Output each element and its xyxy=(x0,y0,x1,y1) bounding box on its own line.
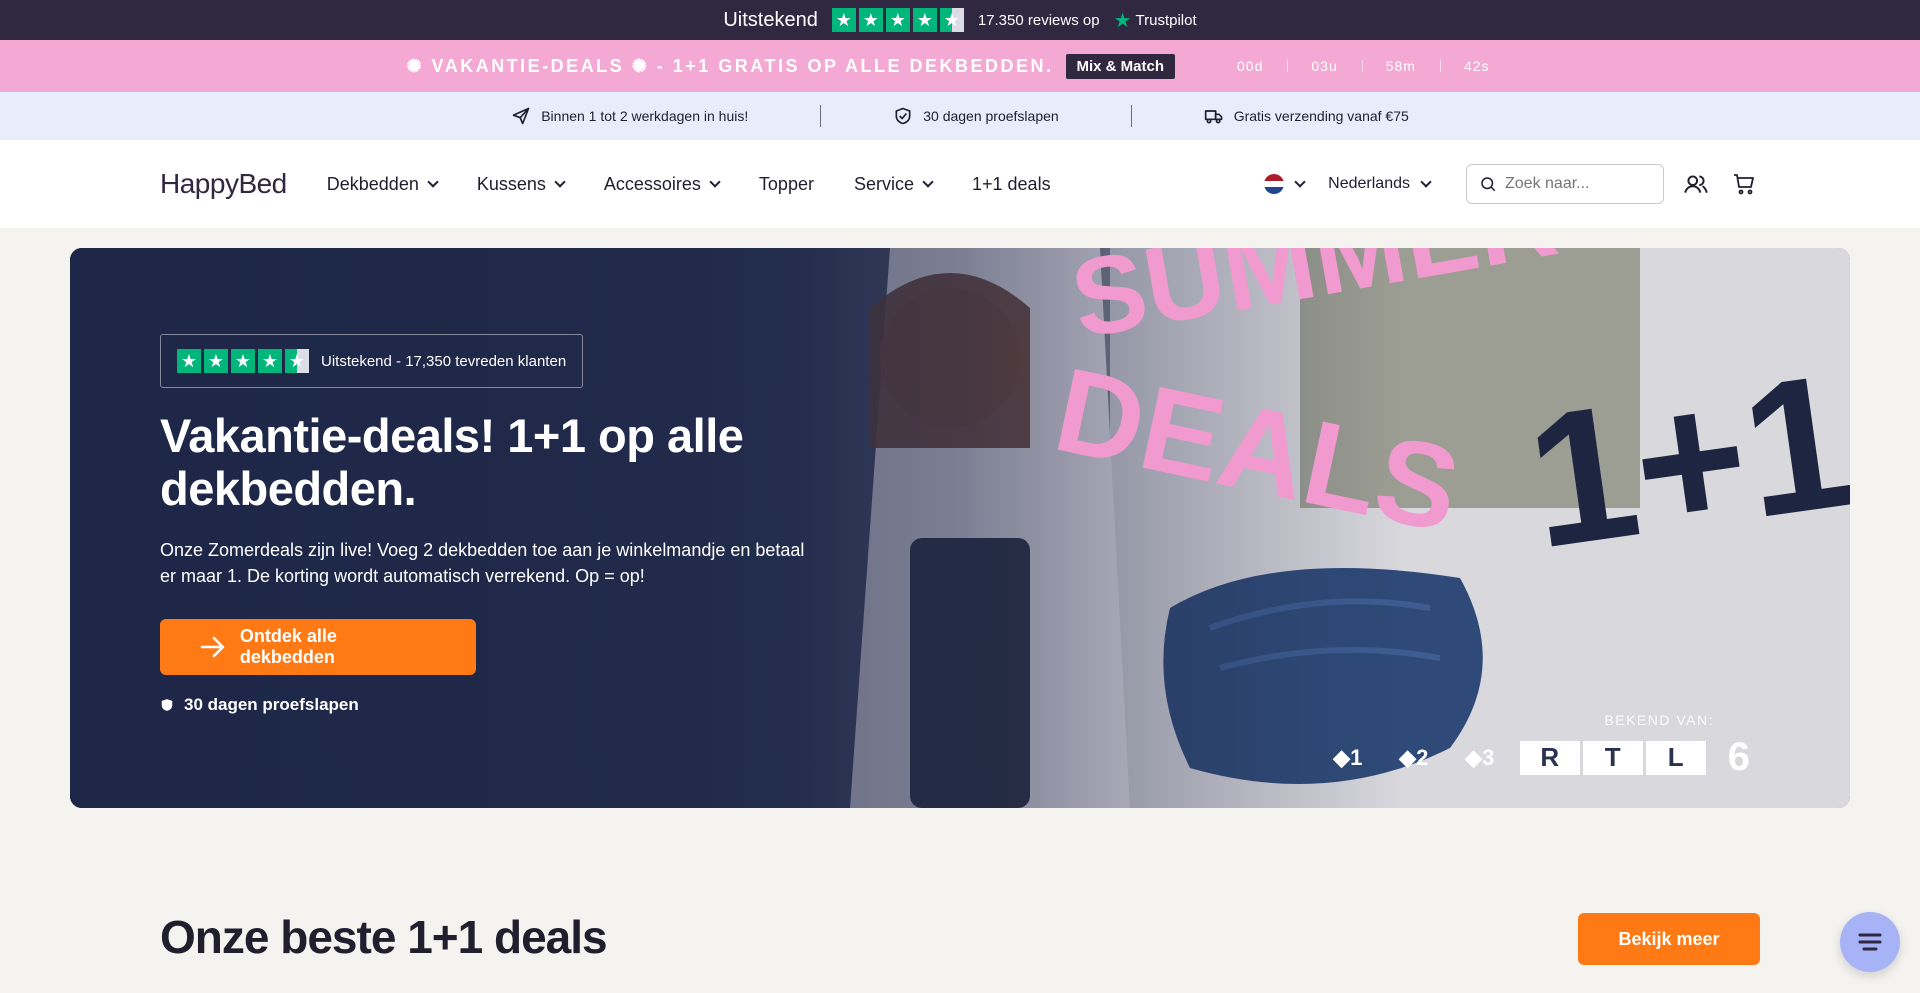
chevron-down-icon xyxy=(1294,175,1306,188)
discover-duvets-button[interactable]: Ontdek alle dekbedden xyxy=(160,619,476,676)
rtl6-logo: 6 xyxy=(1727,735,1750,779)
shield-check-icon xyxy=(895,107,911,125)
hero-content: ★ ★ ★ ★ ★ Uitstekend - 17,350 tevreden k… xyxy=(160,334,840,715)
trustpilot-logo[interactable]: ★ Trustpilot xyxy=(1114,8,1197,33)
trustpilot-name: Trustpilot xyxy=(1135,11,1197,29)
chevron-down-icon xyxy=(1420,175,1432,188)
chevron-down-icon xyxy=(922,175,934,188)
country-selector[interactable] xyxy=(1264,174,1306,194)
trustpilot-bar: Uitstekend ★ ★ ★ ★ ★ 17.350 reviews op ★… xyxy=(0,0,1920,40)
nav-service[interactable]: Service xyxy=(853,173,934,195)
media-logos: ◆ 1 ◆ 2 ◆ 3 R T L 6 xyxy=(1322,735,1750,780)
truck-icon xyxy=(1204,110,1223,124)
happybed-logo[interactable]: HappyBed xyxy=(160,168,287,200)
rtl-letter: R xyxy=(1519,740,1580,775)
star-icon: ★ xyxy=(258,349,282,373)
trustpilot-star-icon: ★ xyxy=(1113,9,1132,32)
npo-number: 3 xyxy=(1482,744,1495,770)
nav-label: Service xyxy=(853,173,914,194)
one-plus-one-deco-text: 1+1 xyxy=(1516,334,1850,589)
nav-dekbedden[interactable]: Dekbedden xyxy=(326,173,439,195)
npo-number: 2 xyxy=(1416,744,1429,770)
promo-text: ✺ VAKANTIE-DEALS ✺ - 1+1 GRATIS OP ALLE … xyxy=(406,55,1054,76)
cart-icon[interactable] xyxy=(1728,168,1760,200)
star-icon: ★ xyxy=(885,8,910,32)
chat-icon xyxy=(1858,933,1882,951)
chevron-down-icon xyxy=(554,175,566,188)
npo2-logo: ◆ 2 xyxy=(1399,744,1429,770)
usp-bar: Binnen 1 tot 2 werkdagen in huis! 30 dag… xyxy=(0,92,1920,140)
header-actions: Nederlands xyxy=(1264,164,1760,204)
npo1-logo: ◆ 1 xyxy=(1333,744,1363,770)
chevron-down-icon xyxy=(427,175,439,188)
site-header: HappyBed Dekbedden Kussens Accessoires T… xyxy=(0,140,1920,228)
shield-check-icon xyxy=(161,699,173,712)
rating-stars: ★ ★ ★ ★ ★ xyxy=(831,8,964,32)
nav-label: 1+1 deals xyxy=(972,173,1051,194)
countdown-timer: 00d 03u 58m 42s xyxy=(1213,58,1514,74)
trial-note: 30 dagen proefslapen xyxy=(160,695,840,715)
language-selector[interactable]: Nederlands xyxy=(1328,175,1432,193)
half-star-icon: ★ xyxy=(939,8,964,32)
nav-topper[interactable]: Topper xyxy=(759,174,814,195)
rating-word: Uitstekend xyxy=(723,8,818,31)
arrow-right-icon xyxy=(200,637,225,658)
badge-stars: ★ ★ ★ ★ ★ xyxy=(177,349,309,373)
known-from-label: BEKEND VAN: xyxy=(1604,712,1714,728)
nav-label: Kussens xyxy=(476,173,546,194)
account-icon[interactable] xyxy=(1680,168,1712,200)
star-icon: ★ xyxy=(831,8,856,32)
timer-hours: 03u xyxy=(1287,58,1361,74)
half-star-icon: ★ xyxy=(285,349,309,373)
main-nav: Dekbedden Kussens Accessoires Topper Ser… xyxy=(327,174,1051,195)
nav-deals[interactable]: 1+1 deals xyxy=(972,174,1051,195)
timer-minutes: 58m xyxy=(1361,58,1440,74)
usp-shipping-text: Gratis verzending vanaf €75 xyxy=(1233,108,1409,124)
npo3-logo: ◆ 3 xyxy=(1465,744,1495,770)
mix-match-chip: Mix & Match xyxy=(1065,53,1176,79)
nav-kussens[interactable]: Kussens xyxy=(476,173,566,195)
rtl-logo: R T L xyxy=(1519,740,1706,775)
timer-seconds: 42s xyxy=(1439,58,1514,74)
search-input[interactable] xyxy=(1505,175,1645,193)
star-icon: ★ xyxy=(912,8,937,32)
hero-description: Onze Zomerdeals zijn live! Voeg 2 dekbed… xyxy=(160,540,805,587)
npo-number: 1 xyxy=(1350,744,1363,770)
paper-plane-icon xyxy=(512,107,530,125)
nav-label: Topper xyxy=(758,173,814,194)
rtl-letter: L xyxy=(1645,740,1706,775)
search-box[interactable] xyxy=(1466,164,1664,204)
usp-delivery-text: Binnen 1 tot 2 werkdagen in huis! xyxy=(541,108,749,124)
rtl-letter: T xyxy=(1582,740,1643,775)
usp-shipping: Gratis verzending vanaf €75 xyxy=(1132,106,1481,126)
timer-days: 00d xyxy=(1237,58,1264,74)
usp-delivery: Binnen 1 tot 2 werkdagen in huis! xyxy=(439,106,820,126)
promo-bar[interactable]: ✺ VAKANTIE-DEALS ✺ - 1+1 GRATIS OP ALLE … xyxy=(0,40,1920,92)
star-icon: ★ xyxy=(204,349,228,373)
trustpilot-badge[interactable]: ★ ★ ★ ★ ★ Uitstekend - 17,350 tevreden k… xyxy=(160,334,584,388)
nav-accessoires[interactable]: Accessoires xyxy=(603,173,721,195)
view-more-button[interactable]: Bekijk meer xyxy=(1578,913,1760,965)
cta-label: Ontdek alle dekbedden xyxy=(239,626,337,668)
star-icon: ★ xyxy=(231,349,255,373)
hero-title: Vakantie-deals! 1+1 op alle dekbedden. xyxy=(160,409,744,515)
netherlands-flag-icon xyxy=(1264,174,1285,194)
star-icon: ★ xyxy=(177,349,201,373)
chevron-down-icon xyxy=(709,175,721,188)
trial-text: 30 dagen proefslapen xyxy=(184,695,359,715)
nav-label: Dekbedden xyxy=(326,173,419,194)
chat-button[interactable] xyxy=(1840,912,1900,972)
usp-trial-text: 30 dagen proefslapen xyxy=(923,108,1059,124)
search-icon xyxy=(1481,177,1496,192)
hero-banner: SUMMER DEALS 1+1 ★ ★ ★ ★ ★ Uitstekend - … xyxy=(70,248,1850,808)
star-icon: ★ xyxy=(858,8,883,32)
usp-trial: 30 dagen proefslapen xyxy=(821,106,1130,126)
language-label: Nederlands xyxy=(1328,175,1410,192)
section-title: Onze beste 1+1 deals xyxy=(160,911,608,963)
review-count: 17.350 reviews op xyxy=(977,11,1100,29)
badge-text: Uitstekend - 17,350 tevreden klanten xyxy=(321,352,567,370)
nav-label: Accessoires xyxy=(603,173,701,194)
